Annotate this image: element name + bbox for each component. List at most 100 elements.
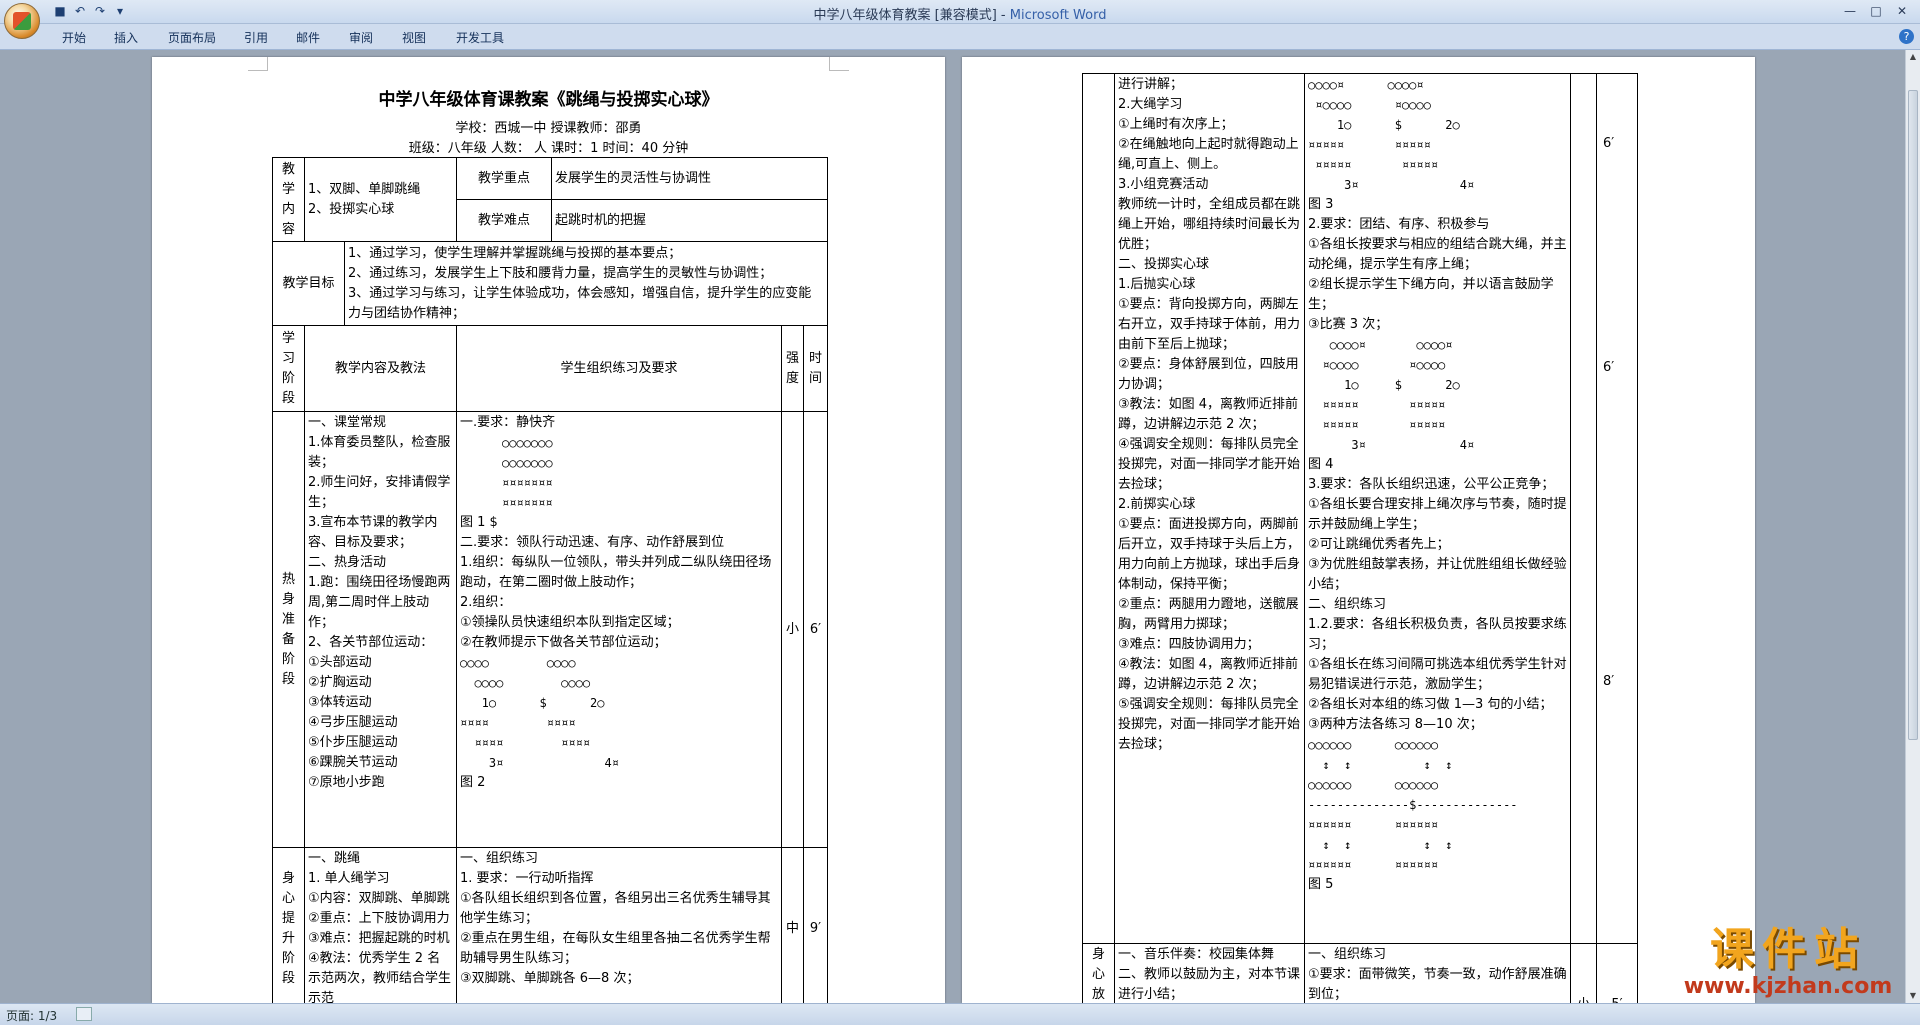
status-bar: 页面: 1/3: [0, 1003, 1920, 1025]
warmup-method-line: 1.跑：围绕田径场慢跑两周,第二周时伴上肢动作；: [308, 575, 451, 630]
content-cell: 1、双脚、单脚跳绳 2、投掷实心球: [304, 157, 457, 242]
p2-method-line: ②在绳触地向上起时就得跑动上绳,可直上、侧上。: [1118, 137, 1299, 172]
p2-org-cell: ○○○○¤ ○○○○¤ ¤○○○○ ¤○○○○ 1○ $ 2○ ¤¤¤¤¤ ¤¤¤…: [1304, 73, 1571, 944]
warmup-stage: 热身准备阶段: [272, 411, 305, 848]
improve-method-line: ③难点：把握起跳的时机: [308, 931, 450, 946]
p2-method-line: 2.大绳学习: [1118, 97, 1183, 112]
tab-home[interactable]: 开始: [62, 29, 86, 46]
watermark-logo: 课件站 www.kjzhan.com: [1668, 925, 1908, 999]
figure-5-caption: 图 5: [1308, 877, 1334, 892]
header-stage: 学习阶段: [272, 325, 305, 412]
p2-org-line: 3.要求：各队长组织迅速，公平公正竞争；: [1308, 477, 1555, 492]
warmup-method-line: ①头部运动: [308, 655, 372, 670]
p2-intensity-cell: [1570, 73, 1597, 944]
proofing-icon[interactable]: [76, 1007, 92, 1021]
close-icon[interactable]: ✕: [1890, 2, 1914, 20]
warmup-method-line: 2.师生问好，安排请假学生；: [308, 475, 451, 510]
crop-mark: [248, 57, 268, 71]
vertical-scrollbar[interactable]: ▲ ▼: [1905, 50, 1920, 1003]
scrollbar-thumb[interactable]: [1908, 90, 1918, 740]
figure-3-row: ¤¤¤¤¤ ¤¤¤¤¤: [1308, 138, 1431, 152]
tab-references[interactable]: 引用: [244, 29, 268, 46]
tab-review[interactable]: 审阅: [349, 29, 373, 46]
p2-org-line: ③两种方法各练习 8—10 次；: [1308, 717, 1483, 732]
tab-insert[interactable]: 插入: [114, 29, 138, 46]
maximize-icon[interactable]: □: [1864, 2, 1888, 20]
relax-method-cell: 一、音乐伴奏：校园集体舞 二、教师以鼓励为主，对本节课进行小结；: [1114, 943, 1305, 1003]
p2-org-line: ①各组长要合理安排上绳次序与节奏，随时提示并鼓励绳上学生；: [1308, 497, 1567, 532]
title-bar: ■ ↶ ↷ ▾ 中学八年级体育教案 [兼容模式] - Microsoft Wor…: [0, 0, 1920, 24]
office-logo-icon: [13, 12, 31, 30]
figure-5-row: ¤¤¤¤¤¤ ¤¤¤¤¤¤: [1308, 818, 1439, 832]
warmup-method-line: 1.体育委员整队，检查服装；: [308, 435, 451, 470]
warmup-time: 6′: [802, 411, 829, 848]
time-value: 6′: [1603, 136, 1615, 151]
warmup-method-line: 2、各关节部位运动：: [308, 635, 434, 650]
figure-5-row: ↕ ↕ ↕ ↕: [1308, 758, 1453, 772]
time-value: 8′: [1603, 674, 1615, 689]
figure-3-row: ¤○○○○ ¤○○○○: [1308, 98, 1431, 112]
warmup-org-line: ②在教师提示下做各关节部位运动；: [460, 635, 667, 650]
figure-3-caption: 图 3: [1308, 197, 1334, 212]
improve-method-line: ④教法：优秀学生 2 名示范两次，教师结合学生示范: [308, 951, 452, 1003]
p2-org-line: ②各组长对本组的练习做 1—3 句的小结；: [1308, 697, 1553, 712]
warmup-intensity: 小: [781, 411, 804, 848]
p2-org-line: 二、组织练习: [1308, 597, 1387, 612]
content-label: 教学内容: [272, 157, 305, 242]
office-button[interactable]: [4, 3, 40, 39]
scroll-up-icon[interactable]: ▲: [1908, 52, 1918, 62]
figure-4: ○○○○¤ ○○○○¤ ¤○○○○ ¤○○○○ 1○ $ 2○ ¤¤¤¤¤ ¤¤…: [1308, 335, 1567, 455]
scroll-down-icon[interactable]: ▼: [1908, 991, 1918, 1001]
figure-1: ○○○○○○○ ○○○○○○○ ¤¤¤¤¤¤¤ ¤¤¤¤¤¤¤: [502, 436, 553, 510]
warmup-org-b: 二.要求：领队行动迅速、有序、动作舒展到位 1.组织：每纵队一位领队，带头并列成二…: [460, 533, 778, 653]
improve-time: 9′: [802, 847, 829, 1003]
figure-3-row: 3¤ 4¤: [1308, 178, 1475, 192]
warmup-method-line: ②扩胸运动: [308, 675, 372, 690]
p2-org-line: 2.要求：团结、有序、积极参与: [1308, 217, 1490, 232]
crop-mark: [829, 57, 849, 71]
tab-mailings[interactable]: 邮件: [296, 29, 320, 46]
tab-page-layout[interactable]: 页面布局: [168, 29, 216, 46]
tab-developer[interactable]: 开发工具: [456, 29, 504, 46]
lesson-table: 教学内容 1、双脚、单脚跳绳 2、投掷实心球 教学重点 发展学生的灵活性与协调性…: [272, 157, 829, 1003]
warmup-org-line: 二.要求：领队行动迅速、有序、动作舒展到位: [460, 535, 725, 550]
warmup-org-line: 2.组织：: [460, 595, 512, 610]
improve-method-cell: 一、跳绳 1. 单人绳学习 ①内容：双脚跳、单脚跳 ②重点：上下肢协调用力 ③难点：把握…: [304, 847, 457, 1003]
figure-4-row: 1○ $ 2○: [1308, 378, 1460, 392]
figure-4-row: ¤¤¤¤¤ ¤¤¤¤¤: [1308, 398, 1446, 412]
warmup-method-line: ⑦原地小步跑: [308, 775, 385, 790]
help-icon[interactable]: ?: [1899, 29, 1914, 44]
p2-method-line: 1.后抛实心球: [1118, 277, 1196, 292]
p2-method-line: ②要点：身体舒展到位，四肢用力协调；: [1118, 357, 1299, 392]
p2-method-line: 二、投掷实心球: [1118, 257, 1210, 272]
p2-org-line: ③为优胜组鼓掌表扬，并让优胜组组长做经验小结；: [1308, 557, 1567, 592]
tab-view[interactable]: 视图: [402, 29, 426, 46]
warmup-method-cell: 一、课堂常规 1.体育委员整队，检查服装； 2.师生问好，安排请假学生； 3.宣布本节…: [304, 411, 457, 848]
page-count[interactable]: 页面: 1/3: [6, 1007, 57, 1024]
p2-org-line: ②组长提示学生下绳方向，并以语言鼓励学生；: [1308, 277, 1554, 312]
figure-4-row: 3¤ 4¤: [1308, 438, 1475, 452]
improve-stage: 身心提升阶段: [272, 847, 305, 1003]
improve-method-line: ①内容：双脚跳、单脚跳: [308, 891, 450, 906]
figure-5-row: ○○○○○○ ○○○○○○: [1308, 738, 1439, 752]
warmup-method-line: 3.宣布本节课的教学内容、目标及要求；: [308, 515, 438, 550]
p2-method-line: ②重点：两腿用力蹬地，送髋展胸，两臂用力掷球；: [1118, 597, 1299, 632]
p2-method-line: ①要点：背向投掷方向，两脚左右开立，双手持球于体前，用力由前下至后上抛球；: [1118, 297, 1301, 352]
warmup-method-line: ⑥踝腕关节运动: [308, 755, 398, 770]
warmup-org-line: ①领操队员快速组织本队到指定区域；: [460, 615, 680, 630]
page-1: 中学八年级体育课教案《跳绳与投掷实心球》 学校：西城一中 授课教师：邵勇 班级：…: [152, 57, 945, 1003]
improve-org-line: 1. 要求：一行动听指挥: [460, 871, 594, 886]
figure-2: ○○○○ ○○○○ ○○○○ ○○○○ 1○ $ 2○ ¤¤¤¤ ¤¤¤¤ ¤¤…: [460, 656, 619, 770]
p2-method-line: ③难点：四肢协调用力；: [1118, 637, 1260, 652]
ribbon-tabs: 开始 插入 页面布局 引用 邮件 审阅 视图 开发工具 ?: [0, 24, 1920, 50]
p2-org-a: 2.要求：团结、有序、积极参与 ①各组长按要求与相应的组结合跳大绳，并主动抡绳，提…: [1308, 215, 1567, 335]
p2-method-line: 3.小组竞赛活动: [1118, 177, 1209, 192]
figure-3-row: ¤¤¤¤¤ ¤¤¤¤¤: [1308, 158, 1439, 172]
header-time: 时间: [802, 325, 829, 412]
improve-org-line: ②重点在男生组，在每队女生组里各抽二名优秀学生帮助辅导男生队练习；: [460, 931, 771, 966]
p2-method-line: 进行讲解；: [1118, 77, 1184, 92]
minimize-icon[interactable]: —: [1838, 2, 1862, 20]
improve-org-line: ③双脚跳、单脚跳各 6—8 次；: [460, 971, 640, 986]
difficulty-label: 教学难点: [456, 199, 552, 242]
improve-intensity: 中: [781, 847, 804, 1003]
